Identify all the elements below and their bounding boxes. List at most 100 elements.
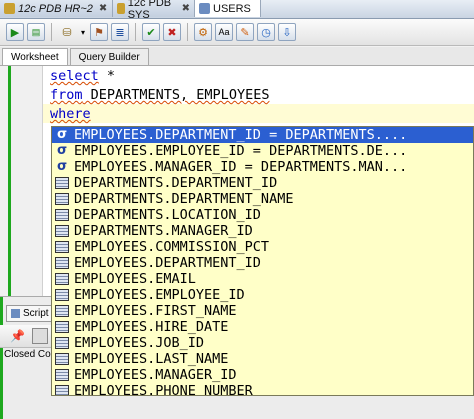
join-icon: σ xyxy=(56,143,68,158)
rollback-icon[interactable]: ✖ xyxy=(163,23,181,41)
autocomplete-item-label: DEPARTMENTS.MANAGER_ID xyxy=(74,223,253,239)
code-line-2: from DEPARTMENTS, EMPLOYEES xyxy=(50,86,269,104)
to-upper-lower-icon[interactable]: Aa xyxy=(215,23,233,41)
code-line-3: where xyxy=(50,105,91,123)
close-icon[interactable]: ✖ xyxy=(99,3,107,14)
tab-worksheet[interactable]: Worksheet xyxy=(2,48,68,65)
autocomplete-item-label: EMPLOYEES.DEPARTMENT_ID xyxy=(74,255,261,271)
column-icon xyxy=(55,257,69,269)
autocomplete-item[interactable]: DEPARTMENTS.LOCATION_ID xyxy=(52,207,473,223)
autocomplete-item[interactable]: EMPLOYEES.FIRST_NAME xyxy=(52,303,473,319)
column-icon xyxy=(55,321,69,333)
tab-label: USERS xyxy=(213,2,251,15)
autocomplete-item[interactable]: DEPARTMENTS.DEPARTMENT_NAME xyxy=(52,191,473,207)
output-status-text: Closed Con xyxy=(4,349,57,360)
column-icon xyxy=(55,289,69,301)
autocomplete-item-label: DEPARTMENTS.LOCATION_ID xyxy=(74,207,261,223)
column-icon xyxy=(55,273,69,285)
sql-worksheet-icon xyxy=(4,3,15,14)
autocomplete-item[interactable]: EMPLOYEES.DEPARTMENT_ID xyxy=(52,255,473,271)
modified-lines-marker xyxy=(0,297,3,419)
autocomplete-item-label: EMPLOYEES.MANAGER_ID xyxy=(74,367,237,383)
toolbar-separator xyxy=(187,23,188,41)
table-icon xyxy=(199,3,210,14)
autocomplete-item-label: DEPARTMENTS.DEPARTMENT_ID xyxy=(74,175,278,191)
autocomplete-popup: σ EMPLOYEES.DEPARTMENT_ID = DEPARTMENTS..… xyxy=(51,126,474,396)
autotrace-icon[interactable]: ≣ xyxy=(111,23,129,41)
tab-label: 12c PDB HR~2 xyxy=(18,2,93,15)
toolbar-separator xyxy=(51,23,52,41)
autocomplete-item-label: EMPLOYEES.COMMISSION_PCT xyxy=(74,239,270,255)
autocomplete-item-label: EMPLOYEES.MANAGER_ID = DEPARTMENTS.MAN..… xyxy=(74,159,408,175)
column-icon xyxy=(55,177,69,189)
worksheet-tab-bar: Worksheet Query Builder xyxy=(0,47,474,66)
autocomplete-item-label: EMPLOYEES.JOB_ID xyxy=(74,335,205,351)
autocomplete-item[interactable]: EMPLOYEES.EMPLOYEE_ID xyxy=(52,287,473,303)
autocomplete-item[interactable]: EMPLOYEES.HIRE_DATE xyxy=(52,319,473,335)
clear-output-icon[interactable] xyxy=(32,328,48,344)
run-statement-icon[interactable]: ▶ xyxy=(6,23,24,41)
autocomplete-item[interactable]: EMPLOYEES.COMMISSION_PCT xyxy=(52,239,473,255)
join-icon: σ xyxy=(56,127,68,142)
join-icon: σ xyxy=(56,159,68,174)
keyword: select xyxy=(50,68,99,84)
autocomplete-item-label: EMPLOYEES.EMPLOYEE_ID xyxy=(74,287,245,303)
explain-plan-icon[interactable]: ⚑ xyxy=(90,23,108,41)
history-icon[interactable]: ◷ xyxy=(257,23,275,41)
autocomplete-item[interactable]: EMPLOYEES.PHONE_NUMBER xyxy=(52,383,473,396)
connections-icon[interactable]: ⛁ xyxy=(58,23,76,41)
more-icon[interactable]: ⇩ xyxy=(278,23,296,41)
autocomplete-item[interactable]: EMPLOYEES.JOB_ID xyxy=(52,335,473,351)
column-icon xyxy=(55,193,69,205)
keyword: where xyxy=(50,106,91,122)
autocomplete-item-label: EMPLOYEES.EMPLOYEE_ID = DEPARTMENTS.DE..… xyxy=(74,143,408,159)
tab-12c-pdb-hr[interactable]: 12c PDB HR~2 ✖ xyxy=(0,0,113,17)
code-text: DEPARTMENTS, EMPLOYEES xyxy=(82,87,270,103)
tab-label: 12c PDB SYS xyxy=(127,0,172,21)
line-gutter xyxy=(0,66,43,296)
autocomplete-item-label: EMPLOYEES.FIRST_NAME xyxy=(74,303,237,319)
autocomplete-item-label: EMPLOYEES.PHONE_NUMBER xyxy=(74,383,253,396)
column-icon xyxy=(55,225,69,237)
sql-worksheet-icon xyxy=(117,3,125,14)
autocomplete-item-label: EMPLOYEES.DEPARTMENT_ID = DEPARTMENTS...… xyxy=(74,127,408,143)
column-icon xyxy=(55,337,69,349)
column-icon xyxy=(55,385,69,395)
autocomplete-item[interactable]: EMPLOYEES.EMAIL xyxy=(52,271,473,287)
toolbar-separator xyxy=(135,23,136,41)
sql-tuning-icon[interactable]: ⚙ xyxy=(194,23,212,41)
current-line-highlight xyxy=(43,104,474,123)
code-text: * xyxy=(98,68,116,84)
autocomplete-item[interactable]: σ EMPLOYEES.EMPLOYEE_ID = DEPARTMENTS.DE.… xyxy=(52,143,473,159)
column-icon xyxy=(55,209,69,221)
autocomplete-item[interactable]: EMPLOYEES.LAST_NAME xyxy=(52,351,473,367)
column-icon xyxy=(55,353,69,365)
autocomplete-item-label: EMPLOYEES.HIRE_DATE xyxy=(74,319,229,335)
autocomplete-item[interactable]: σ EMPLOYEES.MANAGER_ID = DEPARTMENTS.MAN.… xyxy=(52,159,473,175)
column-icon xyxy=(55,369,69,381)
column-icon xyxy=(55,241,69,253)
autocomplete-item[interactable]: DEPARTMENTS.DEPARTMENT_ID xyxy=(52,175,473,191)
worksheet-toolbar: ▶ ▤ ⛁ ▾ ⚑ ≣ ✔ ✖ ⚙ Aa ✎ ◷ ⇩ xyxy=(0,19,474,46)
commit-icon[interactable]: ✔ xyxy=(142,23,160,41)
script-output-icon xyxy=(11,309,20,318)
code-line-1: select * xyxy=(50,67,115,85)
keyword: from xyxy=(50,87,83,103)
tab-12c-pdb-sys[interactable]: 12c PDB SYS ✖ xyxy=(113,0,195,21)
close-icon[interactable]: ✖ xyxy=(182,3,190,14)
pin-icon[interactable]: 📌 xyxy=(10,329,25,343)
dropdown-icon[interactable]: ▾ xyxy=(79,23,87,41)
modified-lines-marker xyxy=(8,66,11,296)
tab-query-builder[interactable]: Query Builder xyxy=(69,48,149,65)
tab-users[interactable]: USERS xyxy=(195,0,261,17)
document-tab-bar: 12c PDB HR~2 ✖ 12c PDB SYS ✖ USERS xyxy=(0,0,474,21)
autocomplete-item-label: DEPARTMENTS.DEPARTMENT_NAME xyxy=(74,191,294,207)
autocomplete-item[interactable]: σ EMPLOYEES.DEPARTMENT_ID = DEPARTMENTS..… xyxy=(52,127,473,143)
autocomplete-item[interactable]: DEPARTMENTS.MANAGER_ID xyxy=(52,223,473,239)
autocomplete-item-label: EMPLOYEES.LAST_NAME xyxy=(74,351,229,367)
run-script-icon[interactable]: ▤ xyxy=(27,23,45,41)
column-icon xyxy=(55,305,69,317)
clear-icon[interactable]: ✎ xyxy=(236,23,254,41)
autocomplete-item-label: EMPLOYEES.EMAIL xyxy=(74,271,196,287)
autocomplete-item[interactable]: EMPLOYEES.MANAGER_ID xyxy=(52,367,473,383)
